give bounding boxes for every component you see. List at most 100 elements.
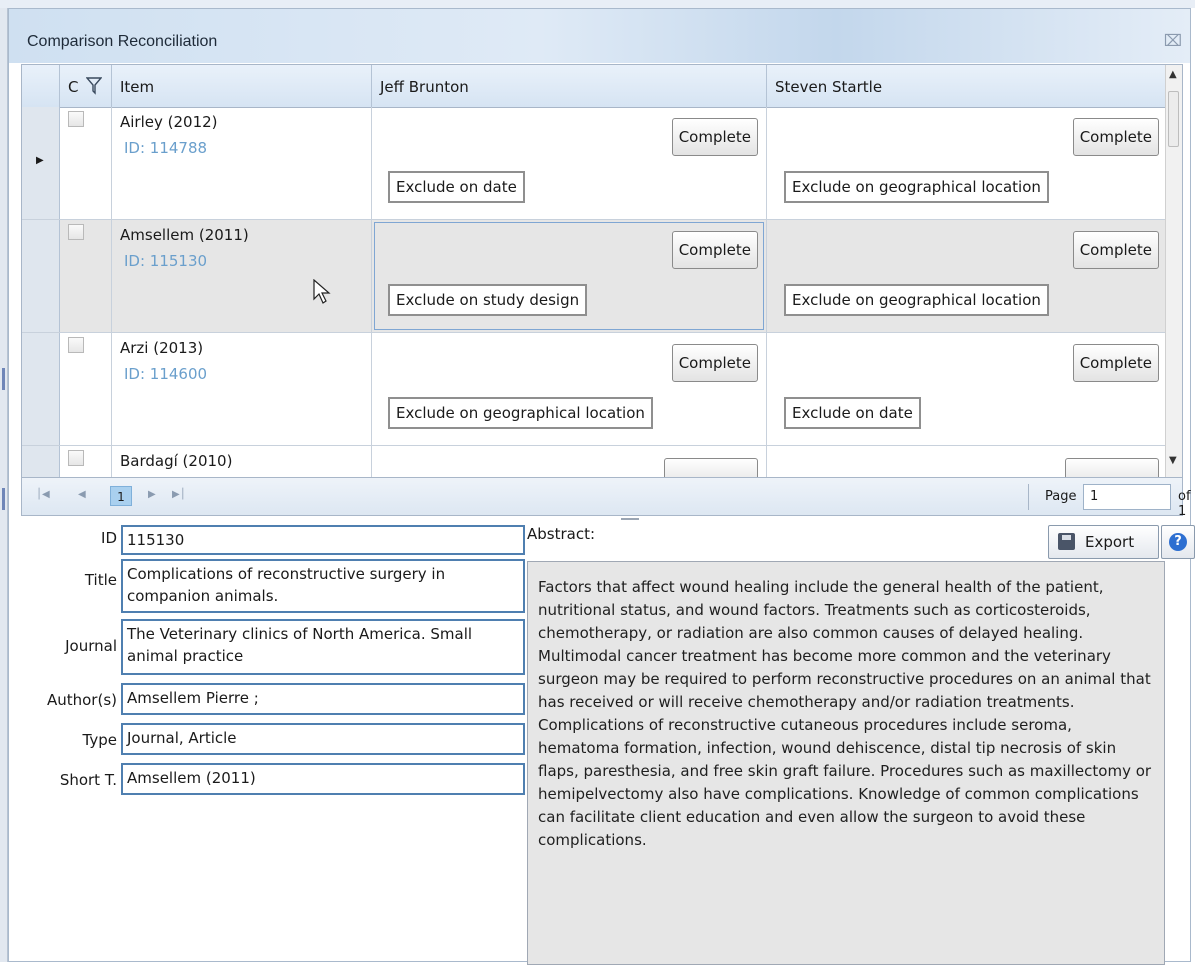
grid-vertical-scrollbar[interactable]: ▲ ▼ bbox=[1165, 65, 1182, 477]
item-cell: Airley (2012) ID: 114788 bbox=[112, 107, 372, 219]
table-row[interactable]: ▶ Airley (2012) ID: 114788 Complete Excl… bbox=[22, 107, 1168, 220]
reviewer-2-cell: Complete Exclude on date bbox=[767, 333, 1168, 445]
first-page-icon[interactable]: │◀ bbox=[36, 489, 50, 500]
page-input[interactable]: 1 bbox=[1083, 484, 1171, 510]
journal-field[interactable]: The Veterinary clinics of North America.… bbox=[121, 619, 525, 675]
pager-separator bbox=[1028, 484, 1029, 510]
header-reviewer-2[interactable]: Steven Startle bbox=[767, 65, 1168, 107]
row-checkbox[interactable] bbox=[68, 337, 84, 353]
header-item[interactable]: Item bbox=[112, 65, 372, 107]
reviewer-2-cell: Complete Exclude on geographical locatio… bbox=[767, 220, 1168, 332]
reviewer-1-cell: Complete Exclude on geographical locatio… bbox=[372, 333, 767, 445]
row-checkbox[interactable] bbox=[68, 224, 84, 240]
export-label: Export bbox=[1085, 533, 1135, 551]
scroll-thumb[interactable] bbox=[1168, 91, 1179, 147]
title-label: Title bbox=[84, 571, 117, 589]
reviewer-1-cell: Complete Exclude on date bbox=[372, 107, 767, 219]
reviewer-2-cell bbox=[767, 446, 1168, 477]
decision-label: Exclude on geographical location bbox=[784, 171, 1049, 203]
row-checkbox-cell bbox=[60, 333, 112, 445]
mouse-pointer-icon bbox=[313, 279, 331, 304]
previous-page-icon[interactable]: ◀ bbox=[78, 489, 86, 500]
id-field[interactable]: 115130 bbox=[121, 525, 525, 555]
item-cell: Arzi (2013) ID: 114600 bbox=[112, 333, 372, 445]
help-button[interactable]: ? bbox=[1161, 525, 1195, 559]
short-title-label: Short T. bbox=[59, 771, 117, 789]
reviewer-1-cell: Complete Exclude on study design bbox=[372, 220, 767, 332]
scroll-down-icon[interactable]: ▼ bbox=[1169, 455, 1177, 466]
comparison-reconciliation-dialog: Comparison Reconciliation ⌧ C Item Jeff … bbox=[8, 8, 1195, 965]
title-bar: Comparison Reconciliation ⌧ bbox=[9, 9, 1190, 63]
background-left-edge bbox=[0, 8, 8, 962]
item-name: Bardagí (2010) bbox=[120, 452, 233, 470]
short-title-field[interactable]: Amsellem (2011) bbox=[121, 763, 525, 795]
complete-button[interactable] bbox=[664, 458, 758, 477]
page-label: Page bbox=[1045, 489, 1077, 504]
decision-label: Exclude on date bbox=[388, 171, 525, 203]
item-name: Amsellem (2011) bbox=[120, 226, 249, 244]
table-row[interactable]: Bardagí (2010) bbox=[22, 446, 1168, 477]
type-field[interactable]: Journal, Article bbox=[121, 723, 525, 755]
decision-label: Exclude on geographical location bbox=[388, 397, 653, 429]
background-menu-strip bbox=[0, 0, 1195, 8]
next-page-icon[interactable]: ▶ bbox=[148, 489, 156, 500]
decision-label: Exclude on geographical location bbox=[784, 284, 1049, 316]
row-indicator bbox=[22, 333, 60, 445]
table-row[interactable]: Amsellem (2011) ID: 115130 Complete Excl… bbox=[22, 220, 1168, 333]
current-row-arrow-icon: ▶ bbox=[36, 155, 44, 166]
close-icon[interactable]: ⌧ bbox=[1164, 31, 1182, 50]
complete-button[interactable]: Complete bbox=[1072, 118, 1159, 156]
complete-button[interactable]: Complete bbox=[1072, 344, 1159, 382]
title-field[interactable]: Complications of reconstructive surgery … bbox=[121, 559, 525, 613]
grid-header: C Item Jeff Brunton Steven Startle bbox=[22, 65, 1168, 108]
complete-button[interactable] bbox=[1065, 458, 1159, 477]
item-cell: Bardagí (2010) bbox=[112, 446, 372, 477]
abstract-text: Factors that affect wound healing includ… bbox=[527, 561, 1165, 965]
item-id: ID: 114788 bbox=[124, 139, 208, 157]
reviewer-2-cell: Complete Exclude on geographical locatio… bbox=[767, 107, 1168, 219]
export-button[interactable]: Export bbox=[1048, 525, 1159, 559]
row-indicator: ▶ bbox=[22, 107, 60, 219]
item-id: ID: 115130 bbox=[124, 252, 208, 270]
page-number-button[interactable]: 1 bbox=[110, 486, 132, 506]
page-count-label: of 1 bbox=[1178, 489, 1191, 519]
table-row[interactable]: Arzi (2013) ID: 114600 Complete Exclude … bbox=[22, 333, 1168, 446]
complete-button[interactable]: Complete bbox=[671, 344, 758, 382]
window-title: Comparison Reconciliation bbox=[27, 33, 218, 50]
type-label: Type bbox=[82, 731, 117, 749]
help-icon: ? bbox=[1169, 533, 1187, 551]
item-name: Airley (2012) bbox=[120, 113, 218, 131]
decision-label: Exclude on study design bbox=[388, 284, 588, 316]
row-checkbox[interactable] bbox=[68, 450, 84, 466]
filter-icon[interactable] bbox=[86, 77, 102, 95]
complete-button[interactable]: Complete bbox=[1072, 231, 1159, 269]
row-checkbox[interactable] bbox=[68, 111, 84, 127]
authors-label: Author(s) bbox=[46, 691, 117, 709]
save-disk-icon bbox=[1058, 533, 1075, 550]
panel-splitter[interactable] bbox=[621, 518, 639, 520]
row-checkbox-cell bbox=[60, 107, 112, 219]
edge-marker bbox=[2, 488, 5, 510]
reviewer-1-cell bbox=[372, 446, 767, 477]
complete-button[interactable]: Complete bbox=[671, 231, 758, 269]
row-indicator bbox=[22, 220, 60, 332]
header-indicator bbox=[22, 65, 60, 107]
item-cell: Amsellem (2011) ID: 115130 bbox=[112, 220, 372, 332]
item-id: ID: 114600 bbox=[124, 365, 208, 383]
grid-pager: │◀ ◀ 1 ▶ ▶│ Page 1 of 1 bbox=[21, 478, 1191, 519]
row-checkbox-cell bbox=[60, 220, 112, 332]
decision-label: Exclude on date bbox=[784, 397, 921, 429]
authors-field[interactable]: Amsellem Pierre ; bbox=[121, 683, 525, 715]
row-checkbox-cell bbox=[60, 446, 112, 477]
edge-marker bbox=[2, 368, 5, 390]
journal-label: Journal bbox=[65, 637, 117, 655]
complete-button[interactable]: Complete bbox=[671, 118, 758, 156]
last-page-icon[interactable]: ▶│ bbox=[172, 489, 186, 500]
header-reviewer-1[interactable]: Jeff Brunton bbox=[372, 65, 767, 107]
comparison-grid: C Item Jeff Brunton Steven Startle ▶ Air… bbox=[21, 64, 1183, 478]
item-name: Arzi (2013) bbox=[120, 339, 204, 357]
header-c-label: C bbox=[68, 78, 79, 96]
header-c[interactable]: C bbox=[60, 65, 112, 107]
row-indicator bbox=[22, 446, 60, 477]
scroll-up-icon[interactable]: ▲ bbox=[1169, 69, 1177, 80]
